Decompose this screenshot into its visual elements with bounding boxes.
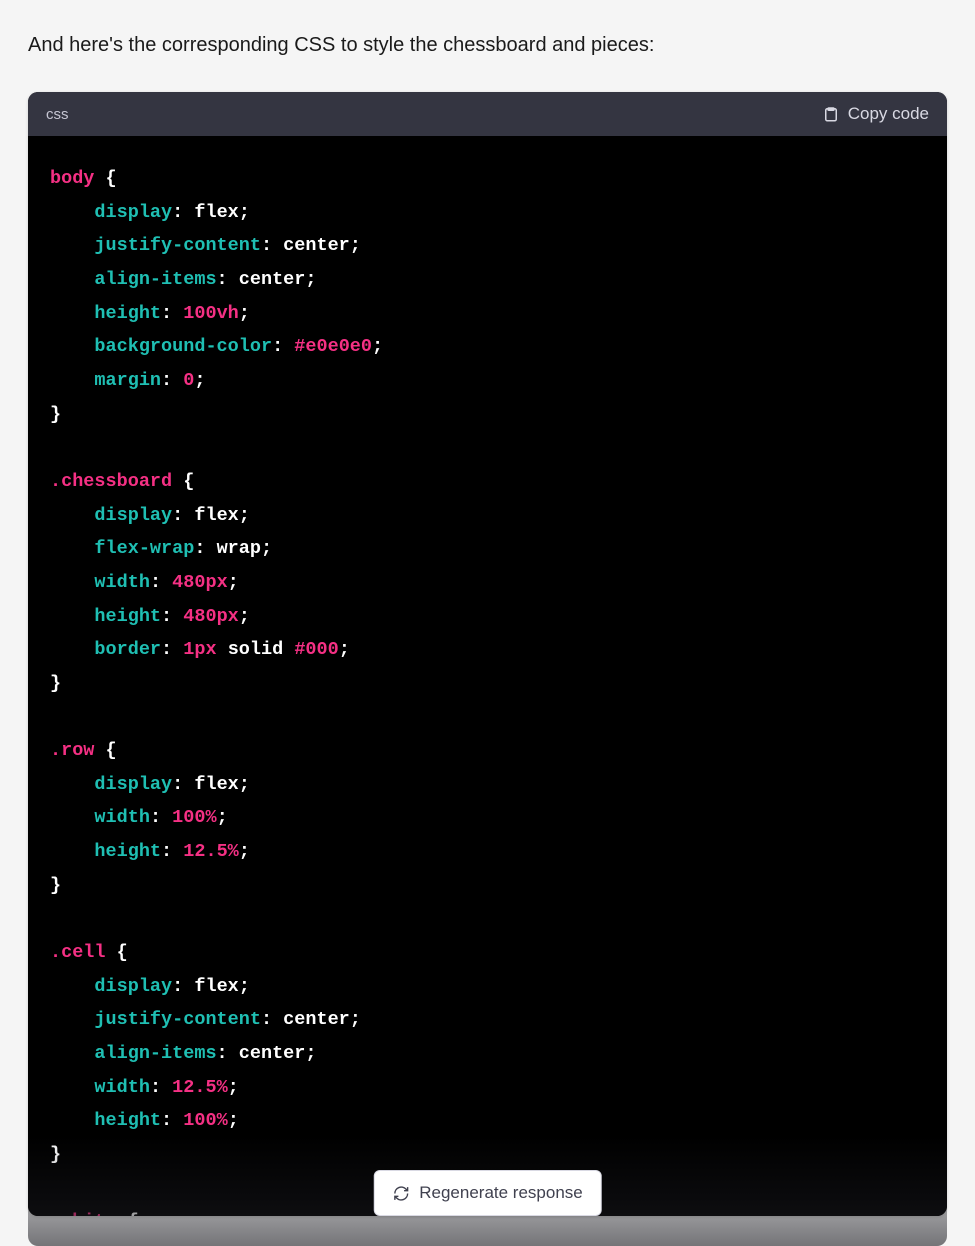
- code-content: body { display: flex; justify-content: c…: [28, 136, 947, 1216]
- copy-code-label: Copy code: [848, 104, 929, 124]
- regenerate-label: Regenerate response: [419, 1183, 583, 1203]
- copy-code-button[interactable]: Copy code: [822, 104, 929, 124]
- clipboard-icon: [822, 105, 840, 123]
- refresh-icon: [392, 1185, 409, 1202]
- code-block: css Copy code body { display: flex; just…: [28, 92, 947, 1216]
- regenerate-button[interactable]: Regenerate response: [373, 1170, 602, 1216]
- intro-text: And here's the corresponding CSS to styl…: [28, 30, 947, 60]
- code-header: css Copy code: [28, 92, 947, 136]
- language-label: css: [46, 106, 69, 123]
